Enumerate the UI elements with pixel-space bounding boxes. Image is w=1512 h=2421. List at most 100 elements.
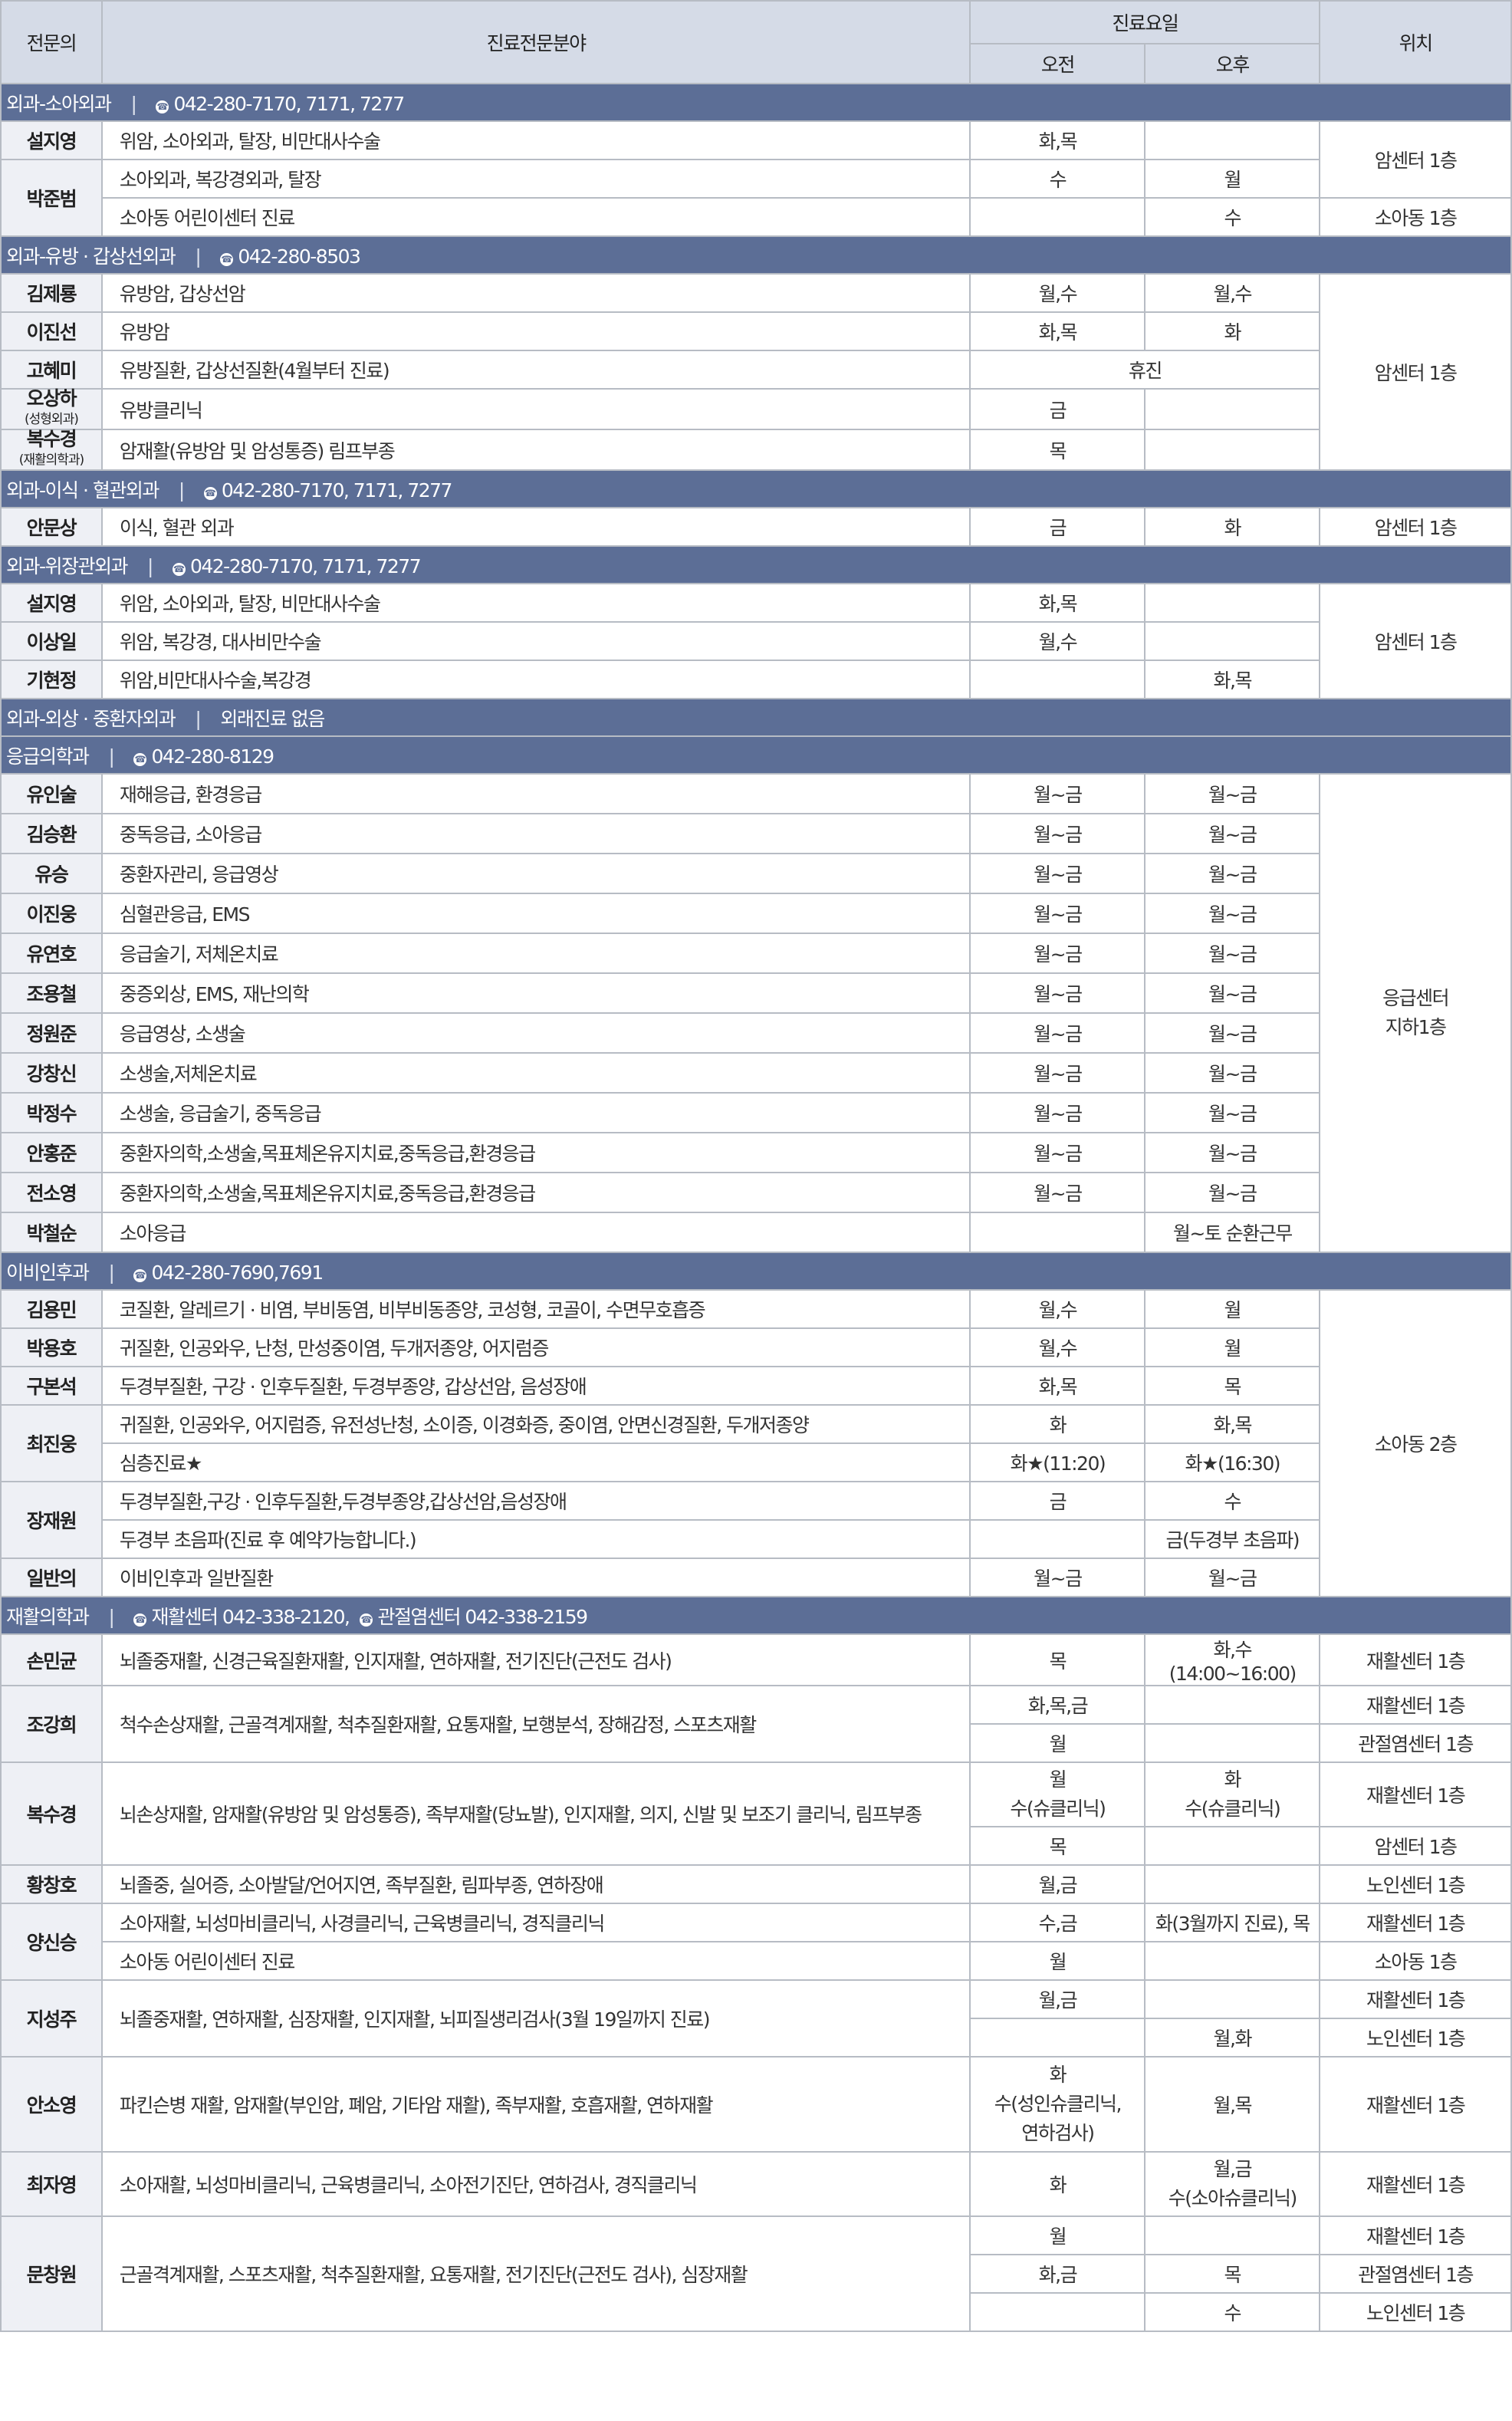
- afternoon-schedule: 월~금: [1144, 853, 1321, 894]
- specialty-field: 두경부질환,구강 · 인후두질환,두경부종양,갑상선암,음성장애: [100, 1481, 971, 1521]
- morning-schedule: 월~금: [969, 813, 1146, 854]
- header-field: 진료전문분야: [100, 0, 971, 84]
- separator: |: [195, 707, 201, 730]
- morning-schedule: 월 수(슈클리닉): [969, 1761, 1146, 1827]
- doctor-row: 최자영 소아재활, 뇌성마비클리닉, 근육병클리닉, 소아전기진단, 연하검사, …: [0, 2151, 1512, 2217]
- doctor-row: 심층진료★ 화★(11:20) 화★(16:30): [1, 1442, 1511, 1482]
- doctor-name: 이진선: [0, 311, 103, 351]
- afternoon-schedule: 월~금: [1144, 1052, 1321, 1094]
- clinic-location: 소아동 1층: [1319, 1941, 1512, 1981]
- afternoon-schedule: 월~금: [1144, 1092, 1321, 1133]
- doctor-row: 유승 중환자관리, 응급영상 월~금 월~금: [0, 853, 1511, 894]
- morning-schedule: 월,수: [969, 1327, 1146, 1367]
- morning-schedule: 화,금: [969, 2254, 1146, 2294]
- morning-schedule: 월~금: [969, 1132, 1146, 1173]
- afternoon-schedule: 월,목: [1144, 2056, 1321, 2153]
- morning-schedule: 화,목: [969, 1366, 1146, 1406]
- morning-schedule: 화,목,금: [969, 1685, 1146, 1725]
- clinic-location: 암센터 1층: [1319, 120, 1512, 199]
- specialty-field: 소아재활, 뇌성마비클리닉, 근육병클리닉, 소아전기진단, 연하검사, 경직클…: [100, 2151, 971, 2217]
- doctor-name: 김승환: [0, 813, 103, 854]
- department-row: 외과-위장관외과 | ☎ 042-280-7170, 7171, 7277: [0, 545, 1512, 584]
- morning-schedule: 화 수(성인슈클리닉, 연하검사): [969, 2056, 1146, 2153]
- morning-schedule: 월~금: [969, 1092, 1146, 1133]
- separator: |: [108, 1605, 115, 1628]
- header-pm: 오후: [1144, 43, 1321, 84]
- morning-schedule: 월,수: [969, 1289, 1146, 1329]
- afternoon-schedule: [1144, 120, 1321, 160]
- department-row: 외과-소아외과 | ☎ 042-280-7170, 7171, 7277: [0, 83, 1512, 122]
- clinic-location: 재활센터 1층: [1319, 2056, 1512, 2153]
- doctor-row: 김제룡 유방암, 갑상선암 월,수 월,수 암센터 1층: [0, 273, 1512, 471]
- doctor-row: 유연호 응급술기, 저체온치료 월~금 월~금: [0, 933, 1511, 974]
- department-header: 외과-유방 · 갑상선외과 | ☎ 042-280-8503: [0, 235, 1512, 275]
- doctor-name: 최진웅: [0, 1404, 103, 1482]
- specialty-field: 파킨슨병 재활, 암재활(부인암, 폐암, 기타암 재활), 족부재활, 호흡재…: [100, 2056, 971, 2153]
- doctor-name: 안홍준: [0, 1132, 103, 1173]
- doctor-name: 박준범: [0, 159, 103, 237]
- morning-schedule: [969, 2018, 1146, 2058]
- morning-schedule: 월,금: [969, 1864, 1146, 1904]
- doctor-row: 안홍준 중환자의학,소생술,목표체온유지치료,중독응급,환경응급 월~금 월~금: [0, 1132, 1511, 1173]
- department-header: 외과-외상 · 중환자외과 | 외래진료 없음: [0, 698, 1512, 737]
- doctor-row: 소아동 어린이센터 진료 수 소아동 1층: [1, 197, 1512, 237]
- morning-schedule: 월,금: [969, 1979, 1146, 2019]
- specialty-field: 이식, 혈관 외과: [100, 507, 971, 547]
- clinic-location: 재활센터 1층: [1319, 1633, 1512, 1686]
- specialty-field: 이비인후과 일반질환: [100, 1558, 971, 1597]
- clinic-location: 암센터 1층: [1319, 273, 1512, 471]
- morning-schedule: 금: [969, 1481, 1146, 1521]
- afternoon-schedule: 목: [1144, 2254, 1321, 2294]
- doctor-row: 김용민 코질환, 알레르기 · 비염, 부비동염, 비부비동종양, 코성형, 코골…: [0, 1289, 1512, 1597]
- specialty-field: 소아외과, 복강경외과, 탈장: [100, 159, 971, 199]
- doctor-row: 최진웅 귀질환, 인공와우, 어지럼증, 유전성난청, 소이증, 이경화증, 중이…: [0, 1404, 1511, 1482]
- morning-schedule: 월: [969, 2215, 1146, 2255]
- department-row: 이비인후과 | ☎ 042-280-7690,7691: [0, 1252, 1512, 1291]
- doctor-row: 안문상 이식, 혈관 외과 금 화 암센터 1층: [0, 507, 1512, 547]
- doctor-row: 설지영 위암, 소아외과, 탈장, 비만대사수술 화,목 암센터 1층: [0, 583, 1512, 699]
- afternoon-schedule: 월: [1144, 159, 1321, 199]
- schedule-table: 전문의 진료전문분야 진료요일 위치 오전 오후 외과-소아외과 | ☎ 042-28…: [0, 0, 1512, 2332]
- afternoon-schedule: [1144, 621, 1321, 661]
- morning-schedule: 화,목: [969, 311, 1146, 351]
- specialty-field: 소생술, 응급술기, 중독응급: [100, 1092, 971, 1133]
- department-name: 외과-외상 · 중환자외과: [6, 707, 176, 730]
- department-row: 외과-외상 · 중환자외과 | 외래진료 없음: [0, 698, 1512, 737]
- afternoon-schedule: 수: [1144, 2292, 1321, 2332]
- clinic-location: 소아동 2층: [1319, 1289, 1512, 1597]
- doctor-name: 황창호: [0, 1864, 103, 1904]
- department-contact: 042-280-8129: [151, 745, 274, 768]
- header-specialist: 전문의: [0, 0, 103, 84]
- department-name: 이비인후과: [6, 1261, 90, 1284]
- doctor-row: 일반의 이비인후과 일반질환 월~금 월~금: [0, 1558, 1511, 1597]
- morning-schedule: [969, 197, 1146, 237]
- doctor-row: 손민균 뇌졸중재활, 신경근육질환재활, 인지재활, 연하재활, 전기진단(근전도…: [0, 1633, 1512, 1686]
- afternoon-schedule: [1144, 429, 1321, 471]
- afternoon-schedule: 월~금: [1144, 1012, 1321, 1054]
- doctor-name: 고혜미: [0, 350, 103, 390]
- afternoon-schedule: 월~금: [1144, 972, 1321, 1014]
- doctor-name: 김제룡: [0, 273, 103, 313]
- doctor-name: 유승: [0, 853, 103, 894]
- morning-schedule: 수: [969, 159, 1146, 199]
- morning-schedule: 월~금: [969, 1052, 1146, 1094]
- doctor-row: 구본석 두경부질환, 구강 · 인후두질환, 두경부종양, 갑상선암, 음성장애 화…: [0, 1366, 1511, 1406]
- afternoon-schedule: 목: [1144, 1366, 1321, 1406]
- separator: |: [130, 92, 137, 115]
- afternoon-schedule: 월,수: [1144, 273, 1321, 313]
- department-contact: 042-280-7170, 7171, 7277: [221, 479, 453, 502]
- doctor-name: 박철순: [0, 1212, 103, 1253]
- morning-schedule: [969, 2292, 1146, 2332]
- afternoon-schedule: 화,수(14:00~16:00): [1144, 1633, 1321, 1686]
- specialty-field: 유방질환, 갑상선질환(4월부터 진료): [100, 350, 971, 390]
- phone-icon: ☎: [203, 486, 217, 500]
- specialty-field: 중환자관리, 응급영상: [100, 853, 971, 894]
- department-header: 응급의학과 | ☎ 042-280-8129: [0, 735, 1512, 775]
- specialty-field: 뇌졸중재활, 신경근육질환재활, 인지재활, 연하재활, 전기진단(근전도 검사…: [100, 1633, 971, 1686]
- morning-schedule: 화: [969, 1404, 1146, 1444]
- afternoon-schedule: 월,금 수(소아슈클리닉): [1144, 2151, 1321, 2217]
- specialty-field: 유방암, 갑상선암: [100, 273, 971, 313]
- department-name: 외과-소아외과: [6, 92, 112, 115]
- department-name: 재활의학과: [6, 1605, 90, 1628]
- morning-schedule: 월,수: [969, 621, 1146, 661]
